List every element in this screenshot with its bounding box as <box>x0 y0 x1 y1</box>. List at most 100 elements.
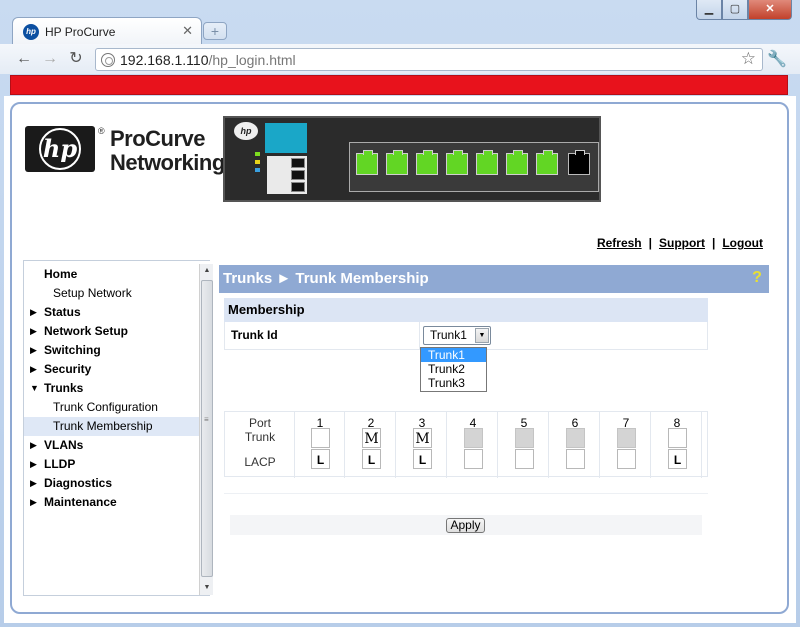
trunk-member-toggle[interactable] <box>515 428 534 448</box>
new-tab-button[interactable]: + <box>203 22 227 40</box>
trunk-option[interactable]: Trunk2 <box>421 362 486 376</box>
sidebar-scrollbar[interactable]: ▲ ≡ ▼ <box>199 264 213 595</box>
lacp-toggle[interactable] <box>617 449 636 469</box>
close-window-button[interactable]: ✕ <box>748 0 792 20</box>
apply-button[interactable]: Apply <box>446 518 485 533</box>
lacp-toggle[interactable] <box>566 449 585 469</box>
trunk-id-row: Trunk Id Trunk1 ▼ <box>224 322 708 350</box>
port-column: 7 <box>601 412 651 478</box>
back-arrow-icon[interactable]: ← <box>14 49 34 69</box>
lacp-toggle[interactable]: L <box>413 449 432 469</box>
port-column: 4 <box>448 412 498 478</box>
fault-led <box>255 160 260 164</box>
switch-fdx-button <box>291 170 305 180</box>
caret-right-icon: ▶ <box>30 364 37 374</box>
trunk-id-select[interactable]: Trunk1 ▼ <box>423 326 491 345</box>
caret-down-icon: ▼ <box>30 383 39 393</box>
maximize-button[interactable]: ▢ <box>722 0 748 20</box>
minimize-button[interactable]: ▁ <box>696 0 722 20</box>
registered-mark: ® <box>98 126 105 136</box>
switch-front-panel-image: hp <box>223 116 601 202</box>
window-controls: ▁ ▢ ✕ <box>696 0 792 20</box>
switch-act-button <box>291 158 305 168</box>
separator-line <box>224 493 708 494</box>
membership-section: Membership Trunk Id Trunk1 ▼ <box>224 298 708 350</box>
trunk-member-toggle[interactable] <box>617 428 636 448</box>
sidebar-item-label: Status <box>44 305 81 319</box>
trunk-member-toggle[interactable] <box>464 428 483 448</box>
address-bar[interactable]: 192.168.1.110/hp_login.html ☆ <box>95 48 763 71</box>
link-separator: | <box>648 236 652 250</box>
trunk-member-toggle[interactable] <box>311 428 330 448</box>
brand-line-1: ProCurve <box>110 126 206 151</box>
scroll-up-arrow-icon[interactable]: ▲ <box>200 264 214 278</box>
sidebar-item-label: Diagnostics <box>44 476 113 490</box>
trunk-member-toggle[interactable] <box>668 428 687 448</box>
switch-port-4 <box>446 150 468 175</box>
sidebar-item-label: LLDP <box>44 457 76 471</box>
trunk-id-label: Trunk Id <box>231 328 278 342</box>
sidebar-item[interactable]: ▶ LLDP <box>24 455 200 474</box>
brand-line-2: Networking <box>110 150 225 175</box>
wrench-icon[interactable]: 🔧 <box>767 49 787 69</box>
sidebar-item-label: Network Setup <box>44 324 129 338</box>
logout-link[interactable]: Logout <box>722 236 763 250</box>
caret-right-icon: ▶ <box>30 459 37 469</box>
refresh-link[interactable]: Refresh <box>597 236 642 250</box>
chevron-down-icon[interactable]: ▼ <box>475 328 489 343</box>
trunk-id-value: Trunk1 <box>430 328 467 342</box>
trunk-member-toggle[interactable]: M <box>362 428 381 448</box>
lacp-toggle[interactable]: L <box>668 449 687 469</box>
caret-right-icon: ▶ <box>30 478 37 488</box>
bookmark-star-icon[interactable]: ☆ <box>741 49 756 69</box>
sidebar-item[interactable]: ▼ Trunks <box>24 379 200 398</box>
trunk-member-toggle[interactable] <box>566 428 585 448</box>
locator-led <box>255 168 260 172</box>
sidebar-item[interactable]: Setup Network <box>24 284 200 303</box>
close-tab-icon[interactable]: ✕ <box>182 23 193 39</box>
trunk-option[interactable]: Trunk1 <box>421 348 486 362</box>
trunk-option[interactable]: Trunk3 <box>421 376 486 390</box>
trunk-label: Trunk <box>244 430 276 444</box>
forward-arrow-icon[interactable]: → <box>40 49 60 69</box>
scroll-grip-icon: ≡ <box>204 415 209 424</box>
sidebar-item-label: Trunk Membership <box>53 419 153 433</box>
port-column: 6 <box>550 412 600 478</box>
lacp-toggle[interactable] <box>515 449 534 469</box>
sidebar-item[interactable]: Home <box>24 265 200 284</box>
help-icon[interactable]: ? <box>749 270 765 286</box>
trunk-member-toggle[interactable]: M <box>413 428 432 448</box>
lacp-toggle[interactable]: L <box>362 449 381 469</box>
port-label: Port <box>248 416 271 430</box>
scroll-down-arrow-icon[interactable]: ▼ <box>200 581 214 595</box>
page-content: hp ® ProCurve Networking hp Refresh | Su… <box>4 96 796 623</box>
sidebar-item-label: Setup Network <box>53 286 132 300</box>
browser-tab[interactable]: hp HP ProCurve ✕ <box>12 17 202 45</box>
caret-right-icon: ▶ <box>30 326 37 336</box>
switch-model-label <box>265 123 307 153</box>
page-title: Trunks ► Trunk Membership <box>223 270 429 287</box>
scroll-thumb[interactable]: ≡ <box>201 280 213 577</box>
sidebar-item[interactable]: ▶ Switching <box>24 341 200 360</box>
sidebar-item[interactable]: ▶ Maintenance <box>24 493 200 512</box>
reload-icon[interactable]: ↻ <box>66 49 86 69</box>
power-led <box>255 152 260 156</box>
sidebar-item[interactable]: ▶ VLANs <box>24 436 200 455</box>
sidebar-item[interactable]: Trunk Membership <box>24 417 200 436</box>
switch-port-1 <box>356 150 378 175</box>
sidebar-item[interactable]: ▶ Network Setup <box>24 322 200 341</box>
url-path: /hp_login.html <box>208 52 296 68</box>
sidebar-item[interactable]: ▶ Status <box>24 303 200 322</box>
lacp-toggle[interactable]: L <box>311 449 330 469</box>
sidebar-item-label: Switching <box>44 343 101 357</box>
sidebar-item[interactable]: ▶ Security <box>24 360 200 379</box>
sidebar-item[interactable]: ▶ Diagnostics <box>24 474 200 493</box>
support-link[interactable]: Support <box>659 236 705 250</box>
sidebar-item[interactable]: Trunk Configuration <box>24 398 200 417</box>
switch-spd-button <box>291 182 305 192</box>
sidebar-nav: Home Setup Network ▶ Status ▶ Network Setup ▶ S… <box>23 260 210 596</box>
switch-hp-logo: hp <box>234 122 258 140</box>
lacp-toggle[interactable] <box>464 449 483 469</box>
caret-right-icon: ▶ <box>30 497 37 507</box>
switch-port-2 <box>386 150 408 175</box>
